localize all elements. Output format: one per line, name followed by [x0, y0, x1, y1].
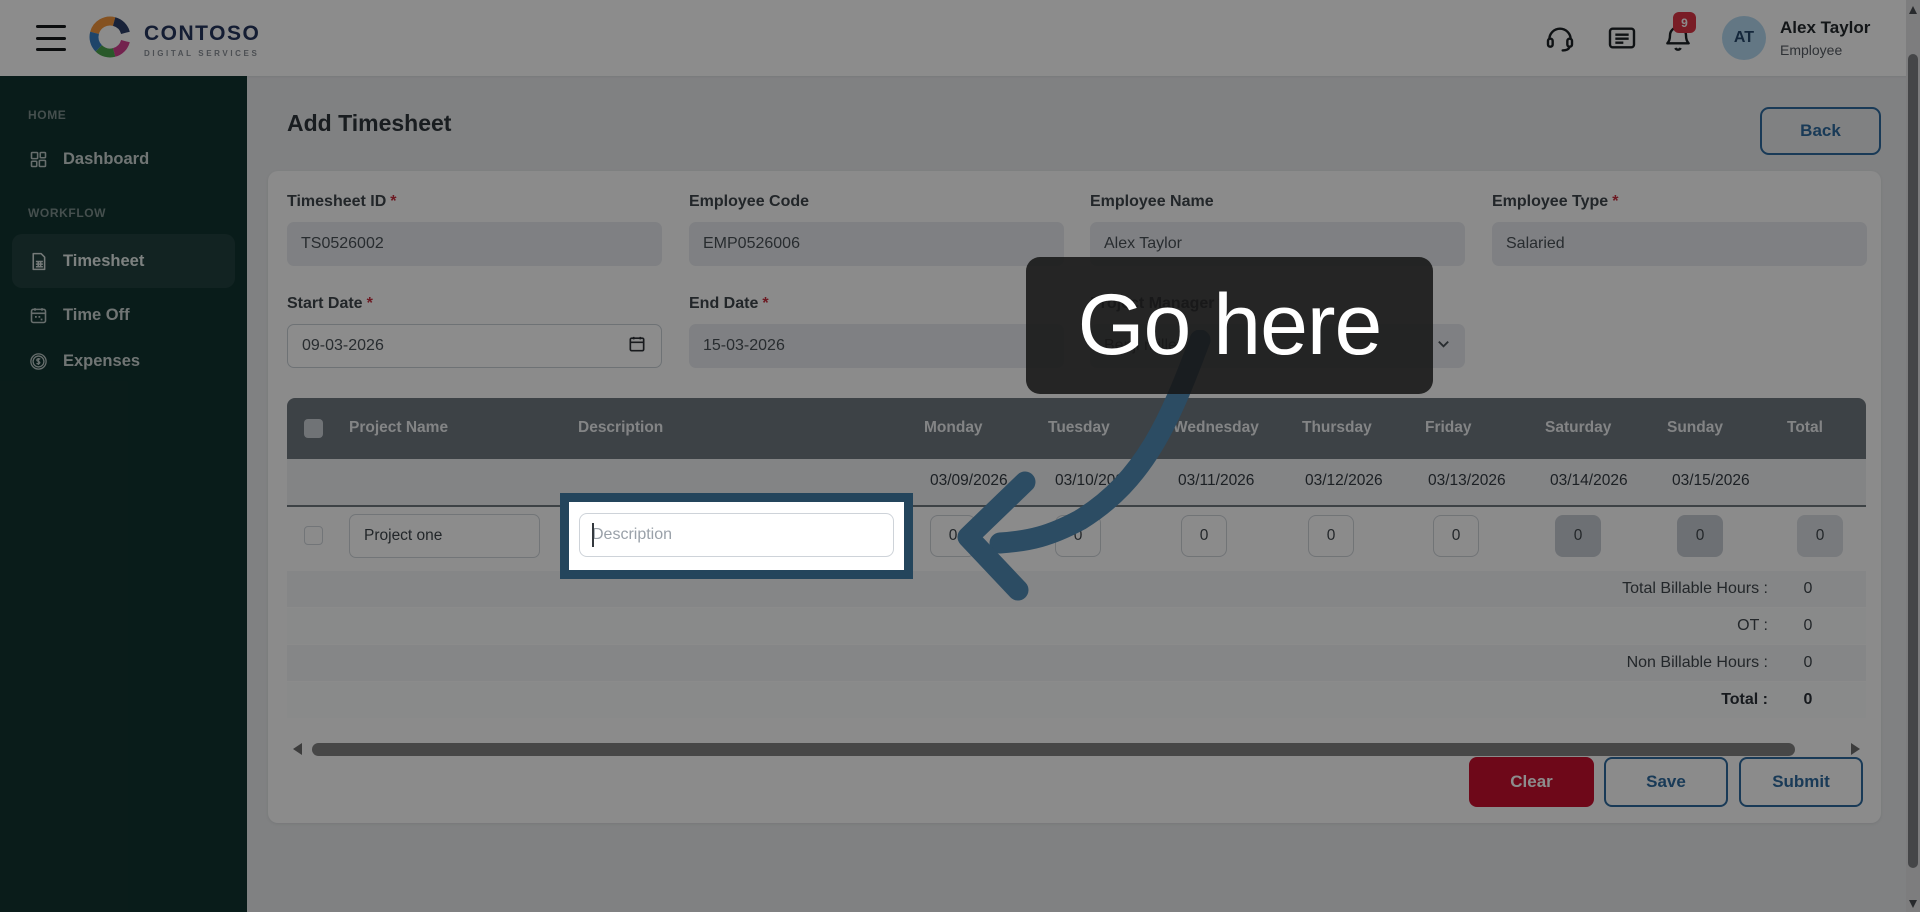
text-caret — [592, 523, 594, 547]
tour-tooltip: Go here — [1026, 257, 1433, 394]
app-canvas: CONTOSO DIGITAL SERVICES 9 — [0, 0, 1920, 912]
description-input[interactable] — [579, 513, 894, 557]
tour-spotlight-description-cell — [560, 493, 913, 579]
